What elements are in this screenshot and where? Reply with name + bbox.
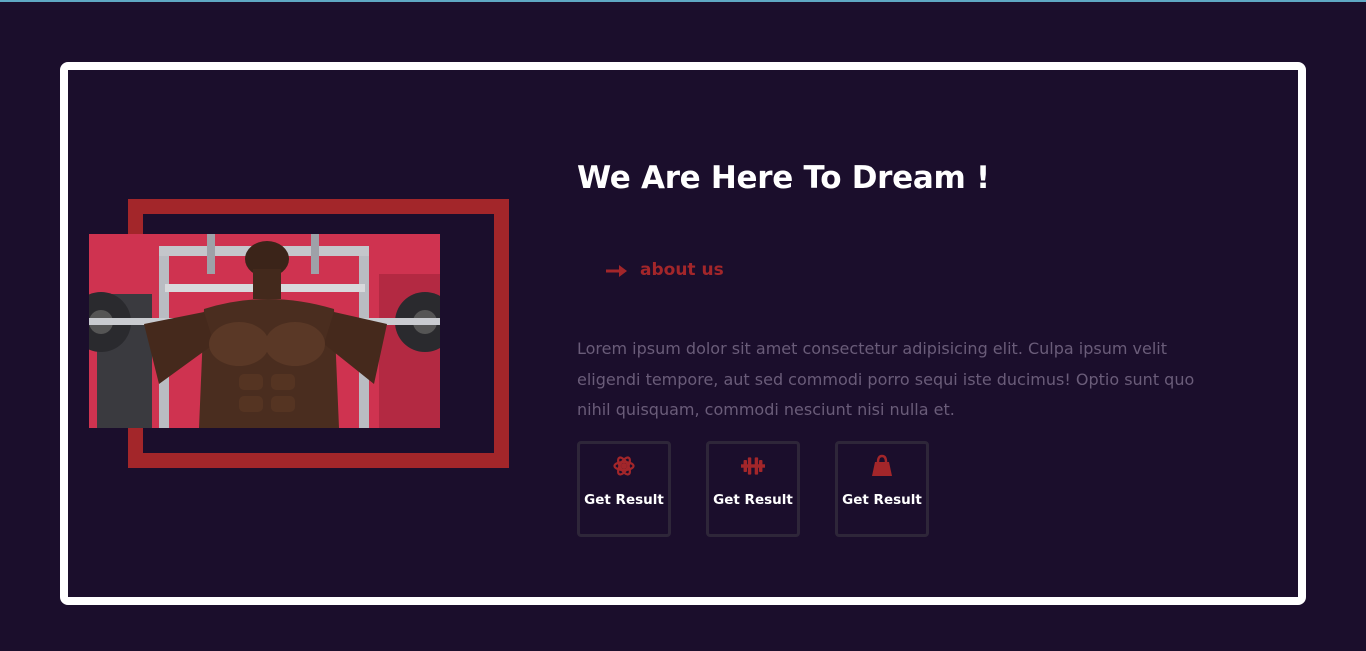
feature-card-result-2[interactable]: Get Result	[706, 441, 800, 537]
feature-label: Get Result	[842, 492, 922, 508]
top-border-line	[0, 0, 1366, 2]
about-us-link[interactable]: about us	[606, 258, 724, 282]
feature-cards: Get Result Get Result Get Result	[577, 441, 929, 537]
dumbbell-icon	[741, 454, 765, 478]
description-text: Lorem ipsum dolor sit amet consectetur a…	[577, 339, 1195, 419]
atom-gear-icon	[612, 454, 636, 478]
feature-card-result-3[interactable]: Get Result	[835, 441, 929, 537]
arrow-right-icon	[606, 263, 628, 277]
about-us-label: about us	[640, 260, 724, 280]
feature-label: Get Result	[584, 492, 664, 508]
hero-photo	[89, 234, 440, 428]
feature-label: Get Result	[713, 492, 793, 508]
kettlebell-bag-icon	[870, 454, 894, 478]
feature-card-result-1[interactable]: Get Result	[577, 441, 671, 537]
page-title: We Are Here To Dream !	[577, 160, 990, 196]
